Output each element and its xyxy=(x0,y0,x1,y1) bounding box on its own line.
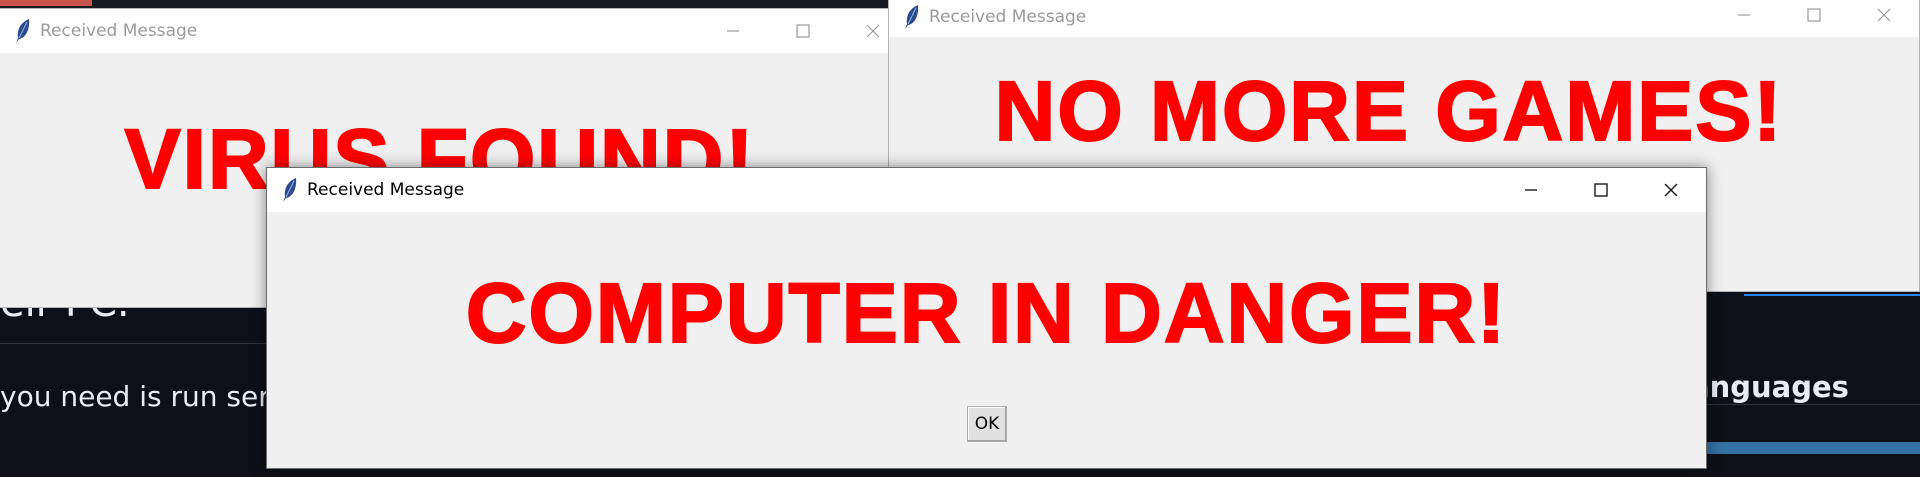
close-button[interactable] xyxy=(1636,168,1706,212)
minimize-button[interactable] xyxy=(1496,168,1566,212)
ok-button[interactable]: OK xyxy=(967,406,1007,442)
background-link-underline xyxy=(1744,294,1920,296)
minimize-icon xyxy=(1738,14,1750,16)
language-bar xyxy=(1690,442,1920,454)
maximize-icon xyxy=(796,24,810,38)
maximize-button[interactable] xyxy=(768,9,838,53)
window-titlebar[interactable]: Received Message xyxy=(267,168,1706,212)
window-title: Received Message xyxy=(40,21,198,41)
feather-icon xyxy=(903,4,921,30)
background-tab-accent xyxy=(0,0,92,6)
close-icon xyxy=(1664,183,1678,197)
window-title: Received Message xyxy=(929,7,1087,27)
message-window-danger[interactable]: Received Message COMPUTER IN DANGER! OK xyxy=(266,167,1707,469)
close-button[interactable] xyxy=(1849,0,1919,37)
minimize-button[interactable] xyxy=(1709,0,1779,37)
minimize-icon xyxy=(727,30,739,32)
warning-message: COMPUTER IN DANGER! xyxy=(465,266,1508,360)
minimize-icon xyxy=(1525,189,1537,191)
background-sidebar-heading: anguages xyxy=(1690,370,1849,404)
maximize-icon xyxy=(1807,8,1821,22)
window-titlebar[interactable]: Received Message xyxy=(889,0,1919,37)
close-icon xyxy=(866,24,880,38)
background-body-text: you need is run serv xyxy=(0,380,287,413)
minimize-button[interactable] xyxy=(698,9,768,53)
window-titlebar[interactable]: Received Message xyxy=(0,9,908,53)
feather-icon xyxy=(14,18,32,44)
feather-icon xyxy=(281,177,299,203)
maximize-icon xyxy=(1594,183,1608,197)
maximize-button[interactable] xyxy=(1566,168,1636,212)
window-title: Received Message xyxy=(307,180,465,200)
close-icon xyxy=(1877,8,1891,22)
warning-message: NO MORE GAMES! xyxy=(994,64,1784,158)
maximize-button[interactable] xyxy=(1779,0,1849,37)
